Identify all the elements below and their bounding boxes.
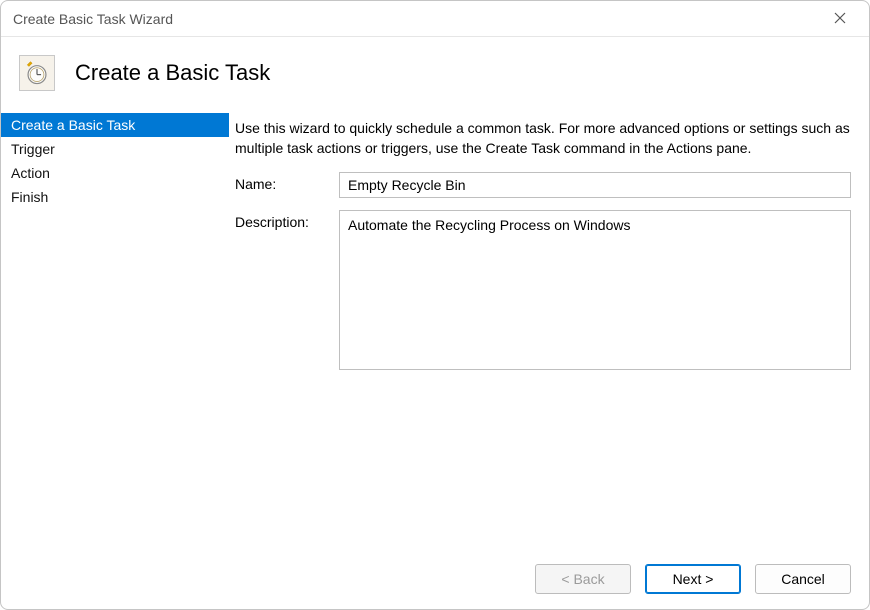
name-row: Name: bbox=[235, 172, 851, 198]
sidebar-item-finish[interactable]: Finish bbox=[1, 185, 229, 209]
description-input[interactable]: Automate the Recycling Process on Window… bbox=[339, 210, 851, 370]
sidebar-item-label: Finish bbox=[11, 189, 48, 205]
task-scheduler-icon bbox=[19, 55, 55, 91]
close-button[interactable] bbox=[817, 4, 863, 34]
next-button[interactable]: Next > bbox=[645, 564, 741, 594]
page-title: Create a Basic Task bbox=[75, 60, 270, 86]
titlebar: Create Basic Task Wizard bbox=[1, 1, 869, 37]
wizard-content: Use this wizard to quickly schedule a co… bbox=[229, 113, 869, 549]
wizard-body: Create a Basic Task Trigger Action Finis… bbox=[1, 113, 869, 549]
wizard-header: Create a Basic Task bbox=[1, 37, 869, 113]
sidebar-item-action[interactable]: Action bbox=[1, 161, 229, 185]
wizard-sidebar: Create a Basic Task Trigger Action Finis… bbox=[1, 113, 229, 549]
sidebar-item-trigger[interactable]: Trigger bbox=[1, 137, 229, 161]
cancel-button[interactable]: Cancel bbox=[755, 564, 851, 594]
description-row: Description: Automate the Recycling Proc… bbox=[235, 210, 851, 370]
name-label: Name: bbox=[235, 172, 339, 192]
description-label: Description: bbox=[235, 210, 339, 230]
sidebar-item-label: Create a Basic Task bbox=[11, 117, 135, 133]
back-button[interactable]: < Back bbox=[535, 564, 631, 594]
wizard-footer: < Back Next > Cancel bbox=[1, 549, 869, 609]
sidebar-item-create-basic-task[interactable]: Create a Basic Task bbox=[1, 113, 229, 137]
wizard-window: Create Basic Task Wizard Create a Basic … bbox=[0, 0, 870, 610]
window-title: Create Basic Task Wizard bbox=[13, 11, 173, 27]
name-input[interactable] bbox=[339, 172, 851, 198]
sidebar-item-label: Action bbox=[11, 165, 50, 181]
sidebar-item-label: Trigger bbox=[11, 141, 55, 157]
close-icon bbox=[834, 11, 846, 27]
intro-text: Use this wizard to quickly schedule a co… bbox=[235, 119, 851, 158]
